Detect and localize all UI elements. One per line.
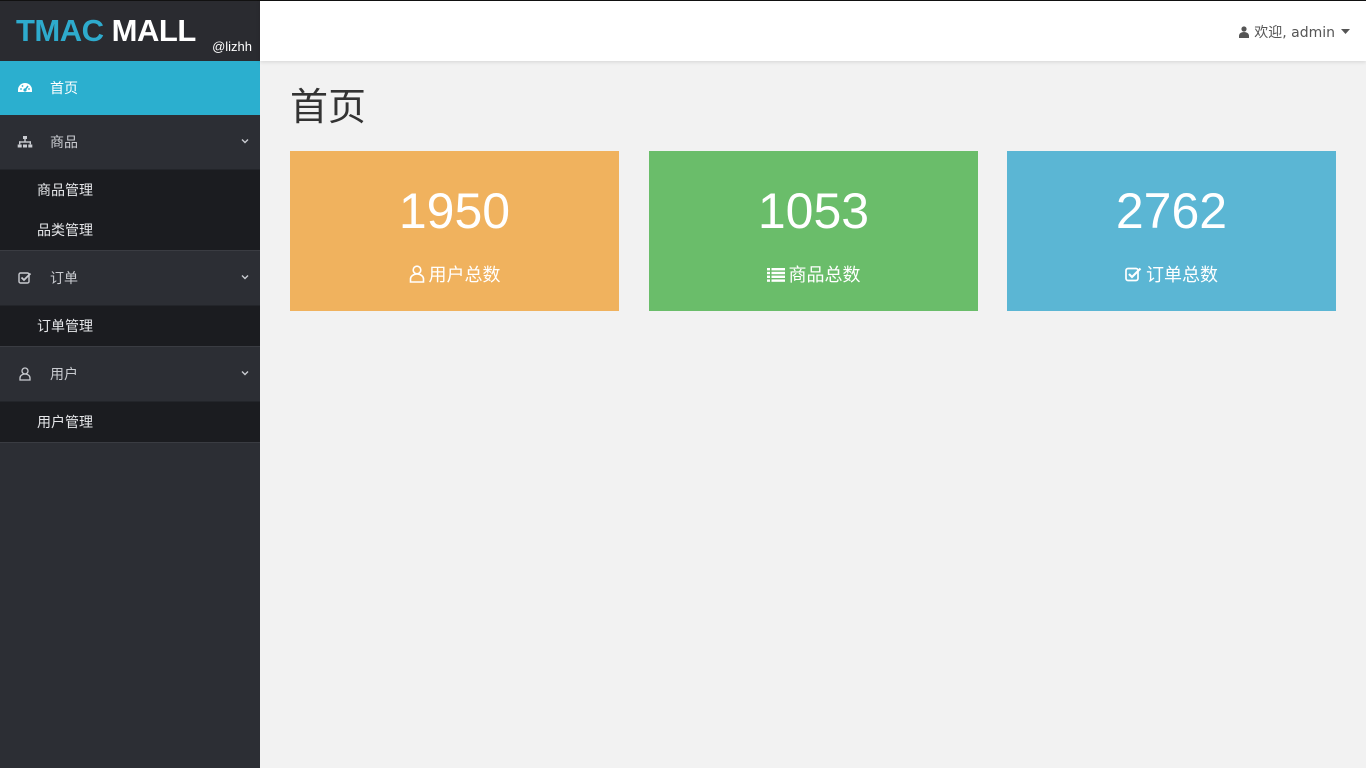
sidebar-item-label: 订单 — [50, 271, 78, 287]
sidebar-group-orders[interactable]: 订单 — [0, 251, 260, 306]
sidebar-group-users[interactable]: 用户 — [0, 347, 260, 402]
stat-card-goods[interactable]: 1053 商品总数 — [649, 151, 978, 311]
sidebar-item-label: 商品 — [50, 135, 78, 151]
user-icon — [1239, 26, 1250, 38]
sitemap-icon — [16, 133, 34, 151]
check-square-icon — [1125, 266, 1142, 282]
sidebar-item-goods-manage[interactable]: 商品管理 — [0, 170, 260, 210]
brand-title: TMAC MALL — [16, 13, 196, 49]
sidebar-item-order-manage[interactable]: 订单管理 — [0, 306, 260, 346]
chevron-down-icon — [240, 270, 250, 286]
stat-label: 用户总数 — [428, 265, 501, 286]
stat-label: 订单总数 — [1146, 265, 1218, 286]
stat-card-orders[interactable]: 2762 订单总数 — [1007, 151, 1336, 311]
stat-label-row: 订单总数 — [1007, 261, 1336, 287]
caret-down-icon — [1341, 29, 1350, 35]
dashboard-icon — [16, 79, 34, 97]
sidebar-item-label: 首页 — [50, 81, 78, 97]
welcome-text: 欢迎, admin — [1254, 25, 1335, 41]
submenu-users: 用户管理 — [0, 402, 260, 443]
stat-value: 2762 — [1115, 183, 1228, 239]
brand-title-part1: TMAC — [16, 13, 104, 48]
stat-card-users[interactable]: 1950 用户总数 — [290, 151, 619, 311]
submenu-orders: 订单管理 — [0, 306, 260, 347]
chevron-down-icon — [240, 134, 250, 150]
sidebar-item-category-manage[interactable]: 品类管理 — [0, 210, 260, 250]
brand-title-part2: MALL — [111, 13, 197, 48]
brand-logo[interactable]: TMAC MALL @lizhh — [0, 0, 260, 61]
user-icon — [409, 265, 425, 283]
sidebar: TMAC MALL @lizhh 首页 商品 商品管理 品类管理 订单 订单管理… — [0, 0, 260, 768]
stat-value: 1950 — [398, 183, 511, 239]
submenu-goods: 商品管理 品类管理 — [0, 170, 260, 251]
sidebar-group-goods[interactable]: 商品 — [0, 115, 260, 170]
brand-subtitle: @lizhh — [212, 39, 252, 54]
user-icon — [16, 365, 34, 383]
top-bar: 欢迎, admin — [260, 0, 1366, 61]
sidebar-item-user-manage[interactable]: 用户管理 — [0, 402, 260, 442]
check-square-icon — [16, 269, 34, 287]
stat-label-row: 商品总数 — [649, 261, 978, 287]
sidebar-item-home[interactable]: 首页 — [0, 61, 260, 115]
list-icon — [766, 267, 785, 282]
stat-value: 1053 — [757, 183, 870, 239]
stat-label: 商品总数 — [788, 265, 861, 286]
stat-label-row: 用户总数 — [290, 261, 619, 287]
user-menu-dropdown[interactable]: 欢迎, admin — [1239, 22, 1350, 42]
chevron-down-icon — [240, 366, 250, 382]
page-title: 首页 — [290, 85, 367, 129]
sidebar-item-label: 用户 — [50, 367, 78, 383]
